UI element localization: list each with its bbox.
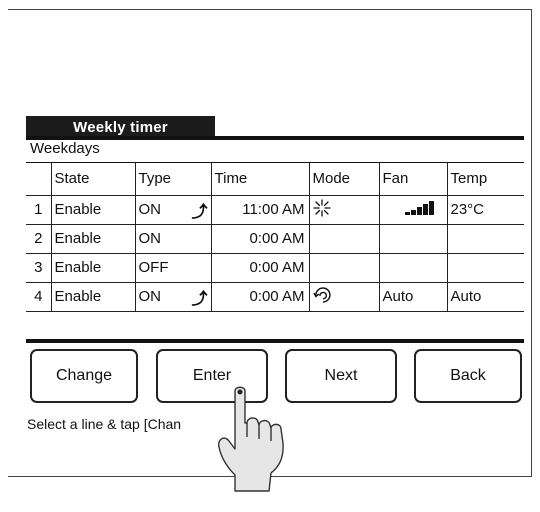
header-state: State bbox=[50, 163, 136, 196]
table-row[interactable]: 1 Enable ON ⤴ 11:00 AM 23°C bbox=[26, 194, 524, 225]
pointing-hand-icon bbox=[217, 386, 284, 492]
row-type: OFF bbox=[134, 252, 212, 283]
instruction-hint: Select a line & tap [Chan bbox=[27, 416, 182, 432]
row-temp bbox=[446, 223, 524, 254]
row-mode bbox=[308, 223, 380, 254]
fan-level-bars-icon bbox=[404, 200, 434, 215]
next-button[interactable]: Next bbox=[285, 349, 397, 403]
row-fan bbox=[378, 252, 448, 283]
header-fan: Fan bbox=[378, 163, 448, 196]
row-number: 1 bbox=[26, 194, 52, 225]
weekly-timer-table: State Type Time Mode Fan Temp 1 Enable O… bbox=[26, 163, 524, 312]
row-temp: 23°C bbox=[446, 194, 524, 225]
snowflake-icon bbox=[312, 198, 331, 217]
header-temp: Temp bbox=[446, 163, 524, 196]
row-fan bbox=[378, 223, 448, 254]
row-state: Enable bbox=[50, 194, 136, 225]
row-time: 11:00 AM bbox=[210, 194, 310, 225]
table-bottom-divider bbox=[26, 339, 524, 343]
row-mode bbox=[308, 252, 380, 283]
row-number: 2 bbox=[26, 223, 52, 254]
header-time: Time bbox=[210, 163, 310, 196]
row-state: Enable bbox=[50, 281, 136, 312]
back-button[interactable]: Back bbox=[414, 349, 522, 403]
table-row[interactable]: 2 Enable ON 0:00 AM bbox=[26, 223, 524, 254]
header-type: Type bbox=[134, 163, 212, 196]
row-temp bbox=[446, 252, 524, 283]
change-button[interactable]: Change bbox=[30, 349, 138, 403]
timer-arrow-icon: ⤴ bbox=[191, 203, 208, 221]
row-temp: Auto bbox=[446, 281, 524, 312]
table-header-row: State Type Time Mode Fan Temp bbox=[26, 163, 524, 196]
row-type: ON bbox=[138, 288, 162, 305]
timer-arrow-icon: ⤴ bbox=[191, 290, 208, 308]
auto-mode-icon bbox=[312, 286, 331, 303]
row-type: ON bbox=[134, 223, 212, 254]
row-state: Enable bbox=[50, 252, 136, 283]
row-state: Enable bbox=[50, 223, 136, 254]
row-time: 0:00 AM bbox=[210, 223, 310, 254]
table-row[interactable]: 3 Enable OFF 0:00 AM bbox=[26, 252, 524, 283]
header-num bbox=[26, 163, 52, 196]
row-time: 0:00 AM bbox=[210, 281, 310, 312]
row-type: ON bbox=[138, 201, 162, 218]
header-mode: Mode bbox=[308, 163, 380, 196]
screen-title: Weekly timer bbox=[26, 116, 215, 138]
row-number: 3 bbox=[26, 252, 52, 283]
subtitle: Weekdays bbox=[30, 140, 100, 157]
title-divider bbox=[26, 136, 524, 140]
row-time: 0:00 AM bbox=[210, 252, 310, 283]
table-row[interactable]: 4 Enable ON ⤴ 0:00 AM Auto Auto bbox=[26, 281, 524, 312]
row-number: 4 bbox=[26, 281, 52, 312]
row-fan: Auto bbox=[378, 281, 448, 312]
